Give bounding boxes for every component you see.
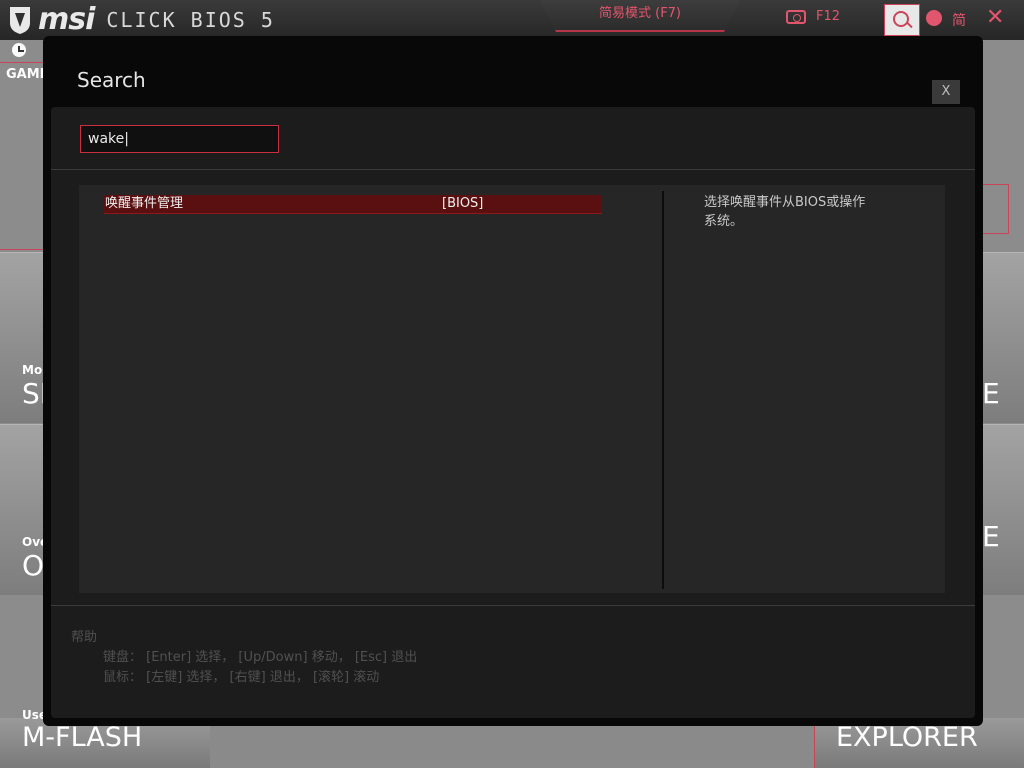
clock-icon xyxy=(12,43,26,57)
m-flash-label: M-FLASH xyxy=(22,722,143,753)
screenshot-button[interactable]: F12 xyxy=(786,9,840,24)
search-input[interactable]: wake| xyxy=(80,125,279,153)
explorer-label: EXPLORER xyxy=(836,722,978,753)
game-boost-label: GAMI xyxy=(6,67,45,82)
tile-sub-label: Mo xyxy=(22,363,43,377)
msi-logo: msi CLICK BIOS 5 xyxy=(8,4,275,36)
search-button[interactable] xyxy=(884,4,920,36)
globe-icon[interactable] xyxy=(926,10,942,26)
msi-shield-icon xyxy=(10,7,30,34)
language-label[interactable]: 简 xyxy=(952,10,966,30)
help-title: 帮助 xyxy=(71,630,98,645)
screenshot-label: F12 xyxy=(816,9,841,24)
tile-big-label: E xyxy=(982,377,1000,410)
result-description: 选择唤醒事件从BIOS或操作系统。 xyxy=(704,195,866,229)
board-explorer-tile[interactable] xyxy=(982,424,1024,595)
ez-mode-tab[interactable]: 简易模式 (F7) xyxy=(540,0,740,32)
dialog-close-button[interactable]: X xyxy=(932,80,960,104)
camera-icon xyxy=(786,9,806,24)
top-bar: msi CLICK BIOS 5 简易模式 (F7) F12 简 ✕ xyxy=(0,0,1024,40)
search-dialog: Search X wake| 唤醒事件管理 [BIOS] 选择唤醒事件从BIOS… xyxy=(43,36,983,726)
divider xyxy=(51,169,975,170)
tile-big-label: O xyxy=(22,549,45,582)
divider xyxy=(51,605,975,606)
help-keyboard: 键盘： [Enter] 选择， [Up/Down] 移动， [Esc] 退出 xyxy=(103,650,418,665)
dialog-title: Search xyxy=(77,68,146,92)
result-name: 唤醒事件管理 xyxy=(105,196,184,211)
search-icon xyxy=(893,11,909,27)
product-text: CLICK BIOS 5 xyxy=(106,8,275,32)
tile-big-label: E xyxy=(982,520,1000,553)
xmp-frame[interactable] xyxy=(982,184,1009,234)
results-panel: 唤醒事件管理 [BIOS] 选择唤醒事件从BIOS或操作系统。 xyxy=(79,185,945,593)
exit-button[interactable]: ✕ xyxy=(986,6,1004,30)
result-tag: [BIOS] xyxy=(442,196,484,211)
panel-divider xyxy=(662,191,664,589)
brand-text: msi xyxy=(38,2,95,37)
help-mouse: 鼠标： [左键] 选择， [右键] 退出， [滚轮] 滚动 xyxy=(103,670,380,685)
dialog-body: wake| 唤醒事件管理 [BIOS] 选择唤醒事件从BIOS或操作系统。 帮助… xyxy=(51,107,975,718)
game-boost-frame[interactable] xyxy=(0,62,45,250)
result-item-wake-event[interactable]: 唤醒事件管理 [BIOS] xyxy=(104,195,602,214)
